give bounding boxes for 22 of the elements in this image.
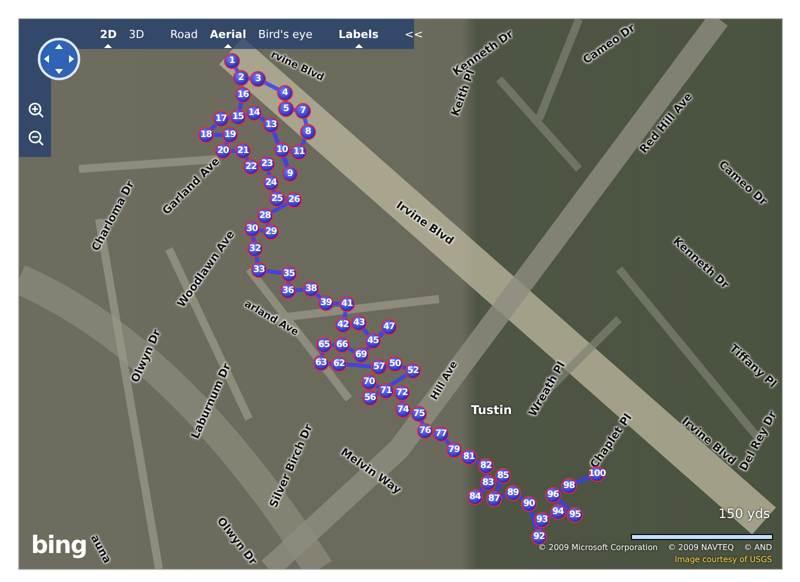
map-style-tab[interactable]: Bird's eye — [255, 26, 316, 42]
map-style-tab[interactable]: Road — [167, 26, 201, 42]
selected-indicator-icon — [104, 44, 112, 48]
view-tab[interactable]: 2D — [97, 26, 120, 42]
image-credit: Image courtesy of USGS — [674, 555, 772, 564]
street-label: Del Rey Dr — [738, 409, 778, 473]
copyright-text: © 2009 Microsoft Corporation — [538, 543, 658, 552]
zoom-in-icon[interactable] — [27, 101, 45, 119]
logo: bing — [31, 531, 87, 559]
selected-indicator-icon — [224, 44, 232, 48]
copyright-text: © 2009 NAVTEQ — [668, 543, 734, 552]
place-label: Tustin — [471, 403, 512, 417]
view-tab[interactable]: 3D — [126, 26, 148, 42]
map-style-tab[interactable]: Aerial — [206, 26, 250, 42]
copyright-text: © AND — [744, 543, 772, 552]
pan-control-icon[interactable] — [37, 37, 81, 81]
street-label: rvine Blvd — [269, 50, 325, 84]
selected-indicator-icon — [354, 44, 363, 48]
labels-toggle[interactable]: Labels — [335, 26, 382, 42]
zoom-out-icon[interactable] — [27, 129, 45, 147]
collapse-button[interactable]: << — [402, 26, 426, 42]
street-label: auna — [88, 532, 114, 566]
